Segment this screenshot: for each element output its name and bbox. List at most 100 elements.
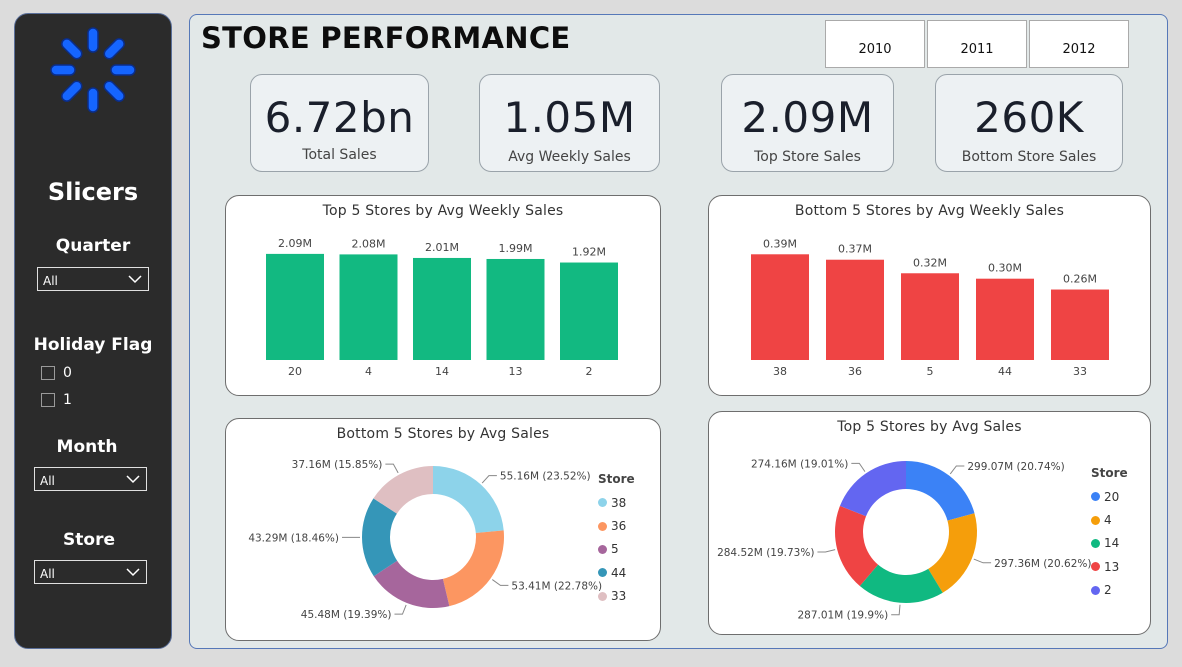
- slice-36[interactable]: [442, 530, 504, 607]
- bar-data-label: 0.39M: [763, 237, 797, 250]
- legend-item-5[interactable]: 5: [598, 538, 635, 561]
- legend-label: 14: [1104, 536, 1120, 551]
- x-tick-label: 5: [927, 365, 934, 378]
- kpi-label: Avg Weekly Sales: [508, 149, 631, 165]
- chart-legend: Store 38 36 5 44 33: [598, 472, 635, 608]
- x-tick-label: 20: [288, 365, 302, 378]
- legend-item-36[interactable]: 36: [598, 514, 635, 537]
- slice-20[interactable]: [906, 461, 975, 521]
- year-button-2012[interactable]: 2012: [1029, 20, 1129, 68]
- x-tick-label: 4: [365, 365, 372, 378]
- holiday-flag-option-label: 0: [63, 365, 72, 381]
- slicers-panel: Slicers Quarter All Holiday Flag 0 1 Mon…: [14, 13, 172, 649]
- spinner-spoke: [103, 80, 125, 102]
- kpi-value: 6.72bn: [264, 93, 415, 142]
- chart-top5-weekly[interactable]: Top 5 Stores by Avg Weekly Sales 2.09M 20…: [225, 195, 661, 396]
- bar-data-label: 1.99M: [499, 242, 533, 255]
- bar-data-label: 0.37M: [838, 243, 872, 256]
- bar-13[interactable]: [486, 258, 545, 360]
- legend-item-4[interactable]: 4: [1091, 508, 1128, 531]
- x-tick-label: 33: [1073, 365, 1087, 378]
- spinner-spoke: [61, 38, 83, 60]
- chart-top5-avg-sales[interactable]: Top 5 Stores by Avg Sales 299.07M (20.74…: [708, 411, 1151, 635]
- bar-14[interactable]: [413, 257, 471, 360]
- kpi-value: 1.05M: [503, 93, 636, 142]
- slice-data-label: 284.52M (19.73%): [717, 547, 814, 559]
- slice-data-label: 43.29M (18.46%): [248, 532, 339, 544]
- legend-label: 20: [1104, 489, 1120, 504]
- legend-item-14[interactable]: 14: [1091, 532, 1128, 555]
- bar-38[interactable]: [751, 254, 809, 360]
- legend-item-33[interactable]: 33: [598, 585, 635, 608]
- legend-item-44[interactable]: 44: [598, 561, 635, 584]
- quarter-value: All: [43, 273, 58, 288]
- bar-20[interactable]: [266, 253, 324, 360]
- donut-chart-svg: 299.07M (20.74%) 297.36M (20.62%) 287.01M …: [717, 458, 1091, 621]
- holiday-flag-option-1[interactable]: 1: [41, 392, 72, 408]
- legend-title: Store: [598, 472, 635, 486]
- store-dropdown[interactable]: All: [34, 560, 147, 584]
- bar-33[interactable]: [1051, 289, 1109, 360]
- year-button-2011[interactable]: 2011: [927, 20, 1027, 68]
- legend-label: 2: [1104, 583, 1112, 598]
- bar-2[interactable]: [560, 262, 618, 360]
- legend-label: 44: [611, 565, 627, 580]
- bar-4[interactable]: [339, 254, 398, 360]
- slice-data-label: 299.07M (20.74%): [967, 461, 1064, 473]
- holiday-flag-label: Holiday Flag: [33, 335, 153, 355]
- legend-dot-icon: [598, 568, 607, 578]
- store-value: All: [40, 566, 55, 581]
- chart-bottom5-weekly[interactable]: Bottom 5 Stores by Avg Weekly Sales 0.39…: [708, 195, 1151, 396]
- slice-4[interactable]: [928, 513, 977, 593]
- store-label: Store: [63, 530, 115, 550]
- x-tick-label: 13: [509, 365, 523, 378]
- checkbox-icon[interactable]: [41, 393, 55, 407]
- leader-line: [949, 465, 965, 475]
- month-value: All: [40, 473, 55, 488]
- quarter-dropdown[interactable]: All: [37, 267, 149, 291]
- leader-line: [891, 604, 901, 616]
- chevron-down-icon: [128, 275, 142, 284]
- leader-line: [385, 463, 399, 474]
- year-button-2010[interactable]: 2010: [825, 20, 925, 68]
- kpi-value: 2.09M: [741, 93, 874, 142]
- legend-dot-icon: [1091, 585, 1100, 595]
- bar-44[interactable]: [976, 278, 1034, 360]
- x-tick-label: 38: [773, 365, 787, 378]
- holiday-flag-option-0[interactable]: 0: [41, 365, 72, 381]
- x-tick-label: 14: [435, 365, 449, 378]
- legend-item-2[interactable]: 2: [1091, 579, 1128, 602]
- x-tick-label: 36: [848, 365, 862, 378]
- bar-data-label: 2.08M: [352, 237, 386, 250]
- slice-2[interactable]: [839, 461, 906, 517]
- legend-dot-icon: [598, 544, 607, 554]
- slice-data-label: 37.16M (15.85%): [292, 459, 383, 471]
- bar-data-label: 0.32M: [913, 256, 947, 269]
- kpi-label: Total Sales: [302, 147, 377, 163]
- legend-item-38[interactable]: 38: [598, 491, 635, 514]
- bar-data-label: 2.09M: [278, 237, 312, 250]
- leader-line: [481, 475, 497, 484]
- month-dropdown[interactable]: All: [34, 467, 147, 491]
- leader-line: [851, 462, 866, 472]
- x-tick-label: 44: [998, 365, 1012, 378]
- bar-36[interactable]: [826, 259, 884, 360]
- legend-dot-icon: [1091, 492, 1100, 502]
- checkbox-icon[interactable]: [41, 366, 55, 380]
- legend-item-20[interactable]: 20: [1091, 485, 1128, 508]
- bar-data-label: 1.92M: [572, 246, 606, 259]
- kpi-card-avg-weekly-sales: 1.05M Avg Weekly Sales: [479, 74, 660, 172]
- slice-data-label: 55.16M (23.52%): [500, 471, 591, 483]
- legend-label: 4: [1104, 513, 1112, 528]
- leader-line: [394, 604, 407, 615]
- kpi-value: 260K: [974, 93, 1084, 142]
- bar-5[interactable]: [901, 273, 959, 360]
- slicers-title: Slicers: [47, 178, 139, 206]
- kpi-label: Bottom Store Sales: [961, 149, 1097, 165]
- spinner-spoke: [103, 38, 125, 60]
- legend-item-13[interactable]: 13: [1091, 555, 1128, 578]
- loading-spinner-logo-icon: [50, 27, 136, 113]
- chart-bottom5-avg-sales[interactable]: Bottom 5 Stores by Avg Sales 55.16M (23.…: [225, 418, 661, 641]
- month-label: Month: [56, 437, 118, 457]
- legend-label: 5: [611, 542, 619, 557]
